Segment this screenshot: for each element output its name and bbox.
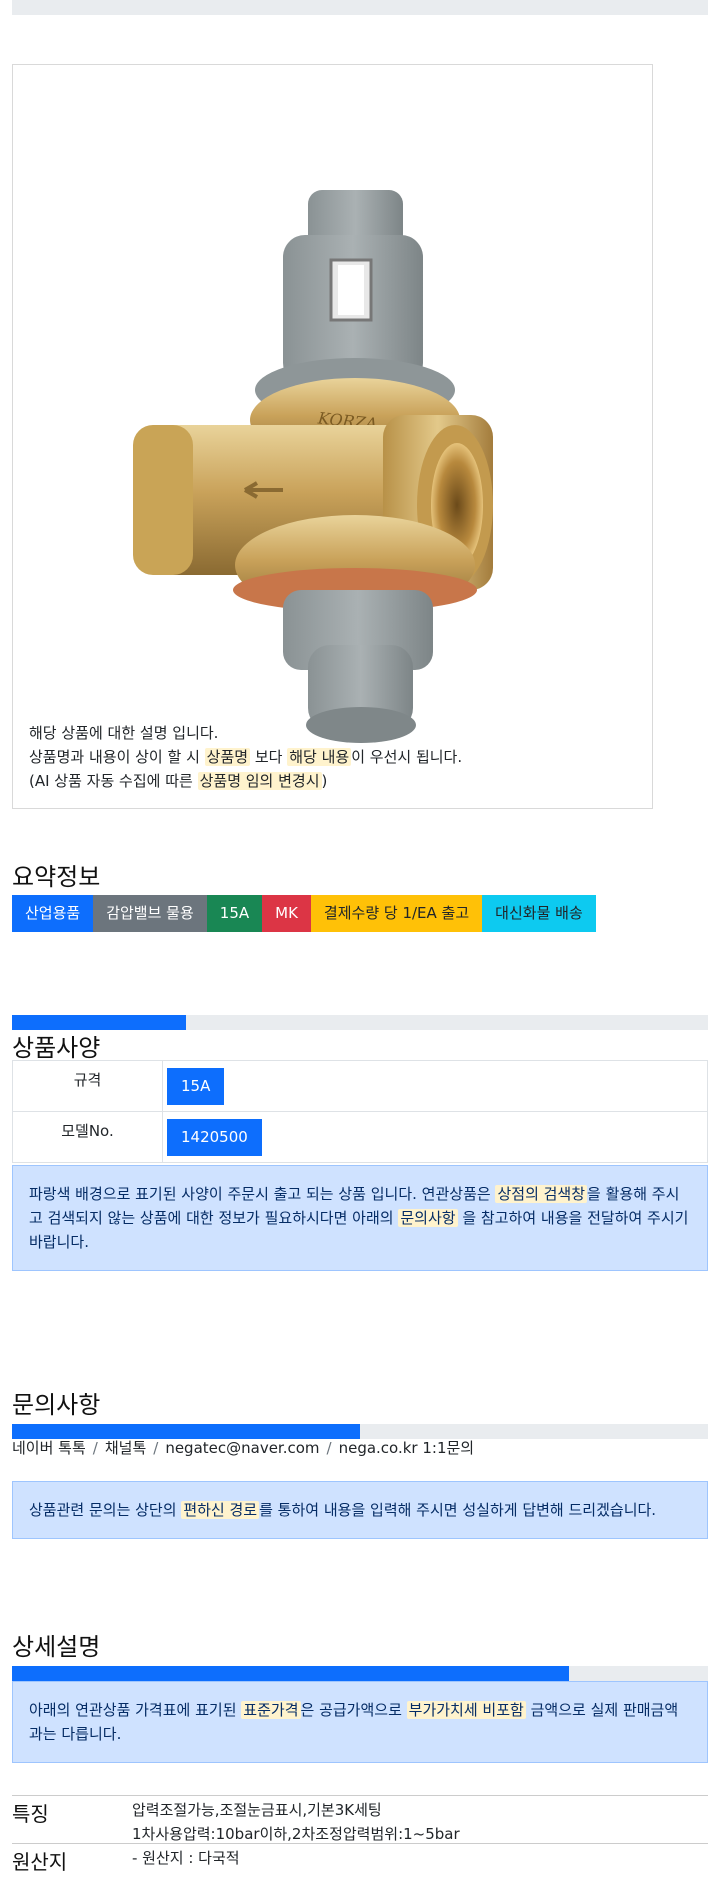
spec-value-cell: 1420500 xyxy=(162,1111,708,1163)
spec-notice: 파랑색 배경으로 표기된 사양이 주문시 출고 되는 상품 입니다. 연관상품은… xyxy=(12,1165,708,1271)
spec-key: 규격 xyxy=(12,1060,163,1112)
inquiry-links: 네이버 톡톡 / 채널톡 / negatec@naver.com / nega.co.kr … xyxy=(12,1437,474,1458)
badge-brand: MK xyxy=(262,895,311,932)
spec-table: 규격 15A 모델No. 1420500 xyxy=(12,1060,708,1163)
description-line-1: 해당 상품에 대한 설명 입니다. xyxy=(29,724,219,742)
highlight-name-change: 상품명 임의 변경시 xyxy=(197,772,322,790)
highlight-inquiry: 문의사항 xyxy=(398,1209,458,1227)
highlight-content: 해당 내용 xyxy=(287,748,352,766)
features-value: 압력조절가능,조절눈금표시,기본3K세팅 1차사용압력:10bar이하,2차조정… xyxy=(132,1796,460,1843)
description-text: ) xyxy=(321,772,328,790)
inquiry-notice: 상품관련 문의는 상단의 편하신 경로 를 통하여 내용을 입력해 주시면 성실하… xyxy=(12,1481,708,1539)
highlight-product-name: 상품명 xyxy=(204,748,251,766)
notice-text: 상품관련 문의는 상단의 xyxy=(29,1501,177,1519)
badge-category: 산업용품 xyxy=(12,895,94,932)
notice-text: 아래의 연관상품 가격표에 표기된 xyxy=(29,1701,237,1719)
features-line-1: 압력조절가능,조절눈금표시,기본3K세팅 xyxy=(132,1801,382,1819)
spec-progress-bar xyxy=(12,1015,708,1030)
description-line-3: (AI 상품 자동 수집에 따른 상품명 임의 변경시) xyxy=(29,769,462,793)
spec-value: 15A xyxy=(167,1067,225,1105)
highlight-vat-excluded: 부가가치세 비포함 xyxy=(406,1701,526,1719)
spec-title: 상품사양 xyxy=(12,1034,101,1062)
inquiry-title: 문의사항 xyxy=(12,1391,101,1419)
badge-size: 15A xyxy=(206,895,263,932)
origin-value: - 원산지 : 다국적 xyxy=(132,1849,240,1867)
badge-delivery: 대신화물 배송 xyxy=(482,895,596,932)
link-channel-talk[interactable]: 채널톡 xyxy=(105,1439,146,1457)
pressure-reducing-valve-image: KORZA xyxy=(133,190,493,743)
notice-text: 를 통하여 내용을 입력해 주시면 성실하게 답변해 드리겠습니다. xyxy=(259,1501,657,1519)
description-text: 이 우선시 됩니다. xyxy=(351,748,463,766)
summary-badges: 산업용품 감압밸브 물용 15A MK 결제수량 당 1/EA 출고 대신화물 … xyxy=(12,895,596,932)
detail-progress-fill xyxy=(12,1666,569,1681)
description-text: 상품명과 내용이 상이 할 시 xyxy=(29,748,200,766)
detail-notice: 아래의 연관상품 가격표에 표기된 표준가격 은 공급가액으로 부가가치세 비포함… xyxy=(12,1681,708,1763)
features-line-2: 1차사용압력:10bar이하,2차조정압력범위:1~5bar xyxy=(132,1825,460,1843)
spec-value-cell: 15A xyxy=(162,1060,708,1112)
features-label: 특징 xyxy=(12,1802,49,1826)
table-row: 모델No. 1420500 xyxy=(12,1111,708,1163)
description-line-2: 상품명과 내용이 상이 할 시 상품명 보다 해당 내용 이 우선시 됩니다. xyxy=(29,745,462,769)
feature-row: 특징 압력조절가능,조절눈금표시,기본3K세팅 1차사용압력:10bar이하,2… xyxy=(12,1795,708,1843)
description-text: 보다 xyxy=(254,748,283,766)
description-text: (AI 상품 자동 수집에 따른 xyxy=(29,772,193,790)
spec-value: 1420500 xyxy=(167,1118,262,1156)
detail-progress-bar xyxy=(12,1666,708,1681)
link-email[interactable]: negatec@naver.com xyxy=(165,1439,319,1457)
product-description: 해당 상품에 대한 설명 입니다. 상품명과 내용이 상이 할 시 상품명 보다… xyxy=(29,721,462,793)
link-one-to-one[interactable]: nega.co.kr 1:1문의 xyxy=(339,1439,475,1457)
link-separator: / xyxy=(92,1439,98,1457)
notice-text: 은 공급가액으로 xyxy=(300,1701,402,1719)
highlight-standard-price: 표준가격 xyxy=(241,1701,301,1719)
notice-text: 파랑색 배경으로 표기된 사양이 주문시 출고 되는 상품 입니다. 연관상품은 xyxy=(29,1185,491,1203)
badge-shipping-qty: 결제수량 당 1/EA 출고 xyxy=(310,895,483,932)
product-image-box: KORZA 해당 상품에 대한 설명 입니다. 상품명과 내용이 상이 할 시 … xyxy=(12,64,653,809)
summary-title: 요약정보 xyxy=(12,863,101,891)
link-separator: / xyxy=(153,1439,159,1457)
table-row: 규격 15A xyxy=(12,1060,708,1112)
origin-label: 원산지 xyxy=(12,1850,68,1874)
origin-row: 원산지 - 원산지 : 다국적 xyxy=(12,1843,708,1874)
highlight-store-search: 상점의 검색창 xyxy=(495,1185,588,1203)
detail-title: 상세설명 xyxy=(12,1633,101,1661)
badge-subcategory: 감압밸브 물용 xyxy=(93,895,207,932)
link-separator: / xyxy=(326,1439,332,1457)
top-divider-bar xyxy=(12,0,708,15)
feature-table: 특징 압력조절가능,조절눈금표시,기본3K세팅 1차사용압력:10bar이하,2… xyxy=(12,1795,708,1874)
highlight-preferred-route: 편하신 경로 xyxy=(181,1501,260,1519)
spec-key: 모델No. xyxy=(12,1111,163,1163)
link-naver-talktalk[interactable]: 네이버 톡톡 xyxy=(12,1439,86,1457)
